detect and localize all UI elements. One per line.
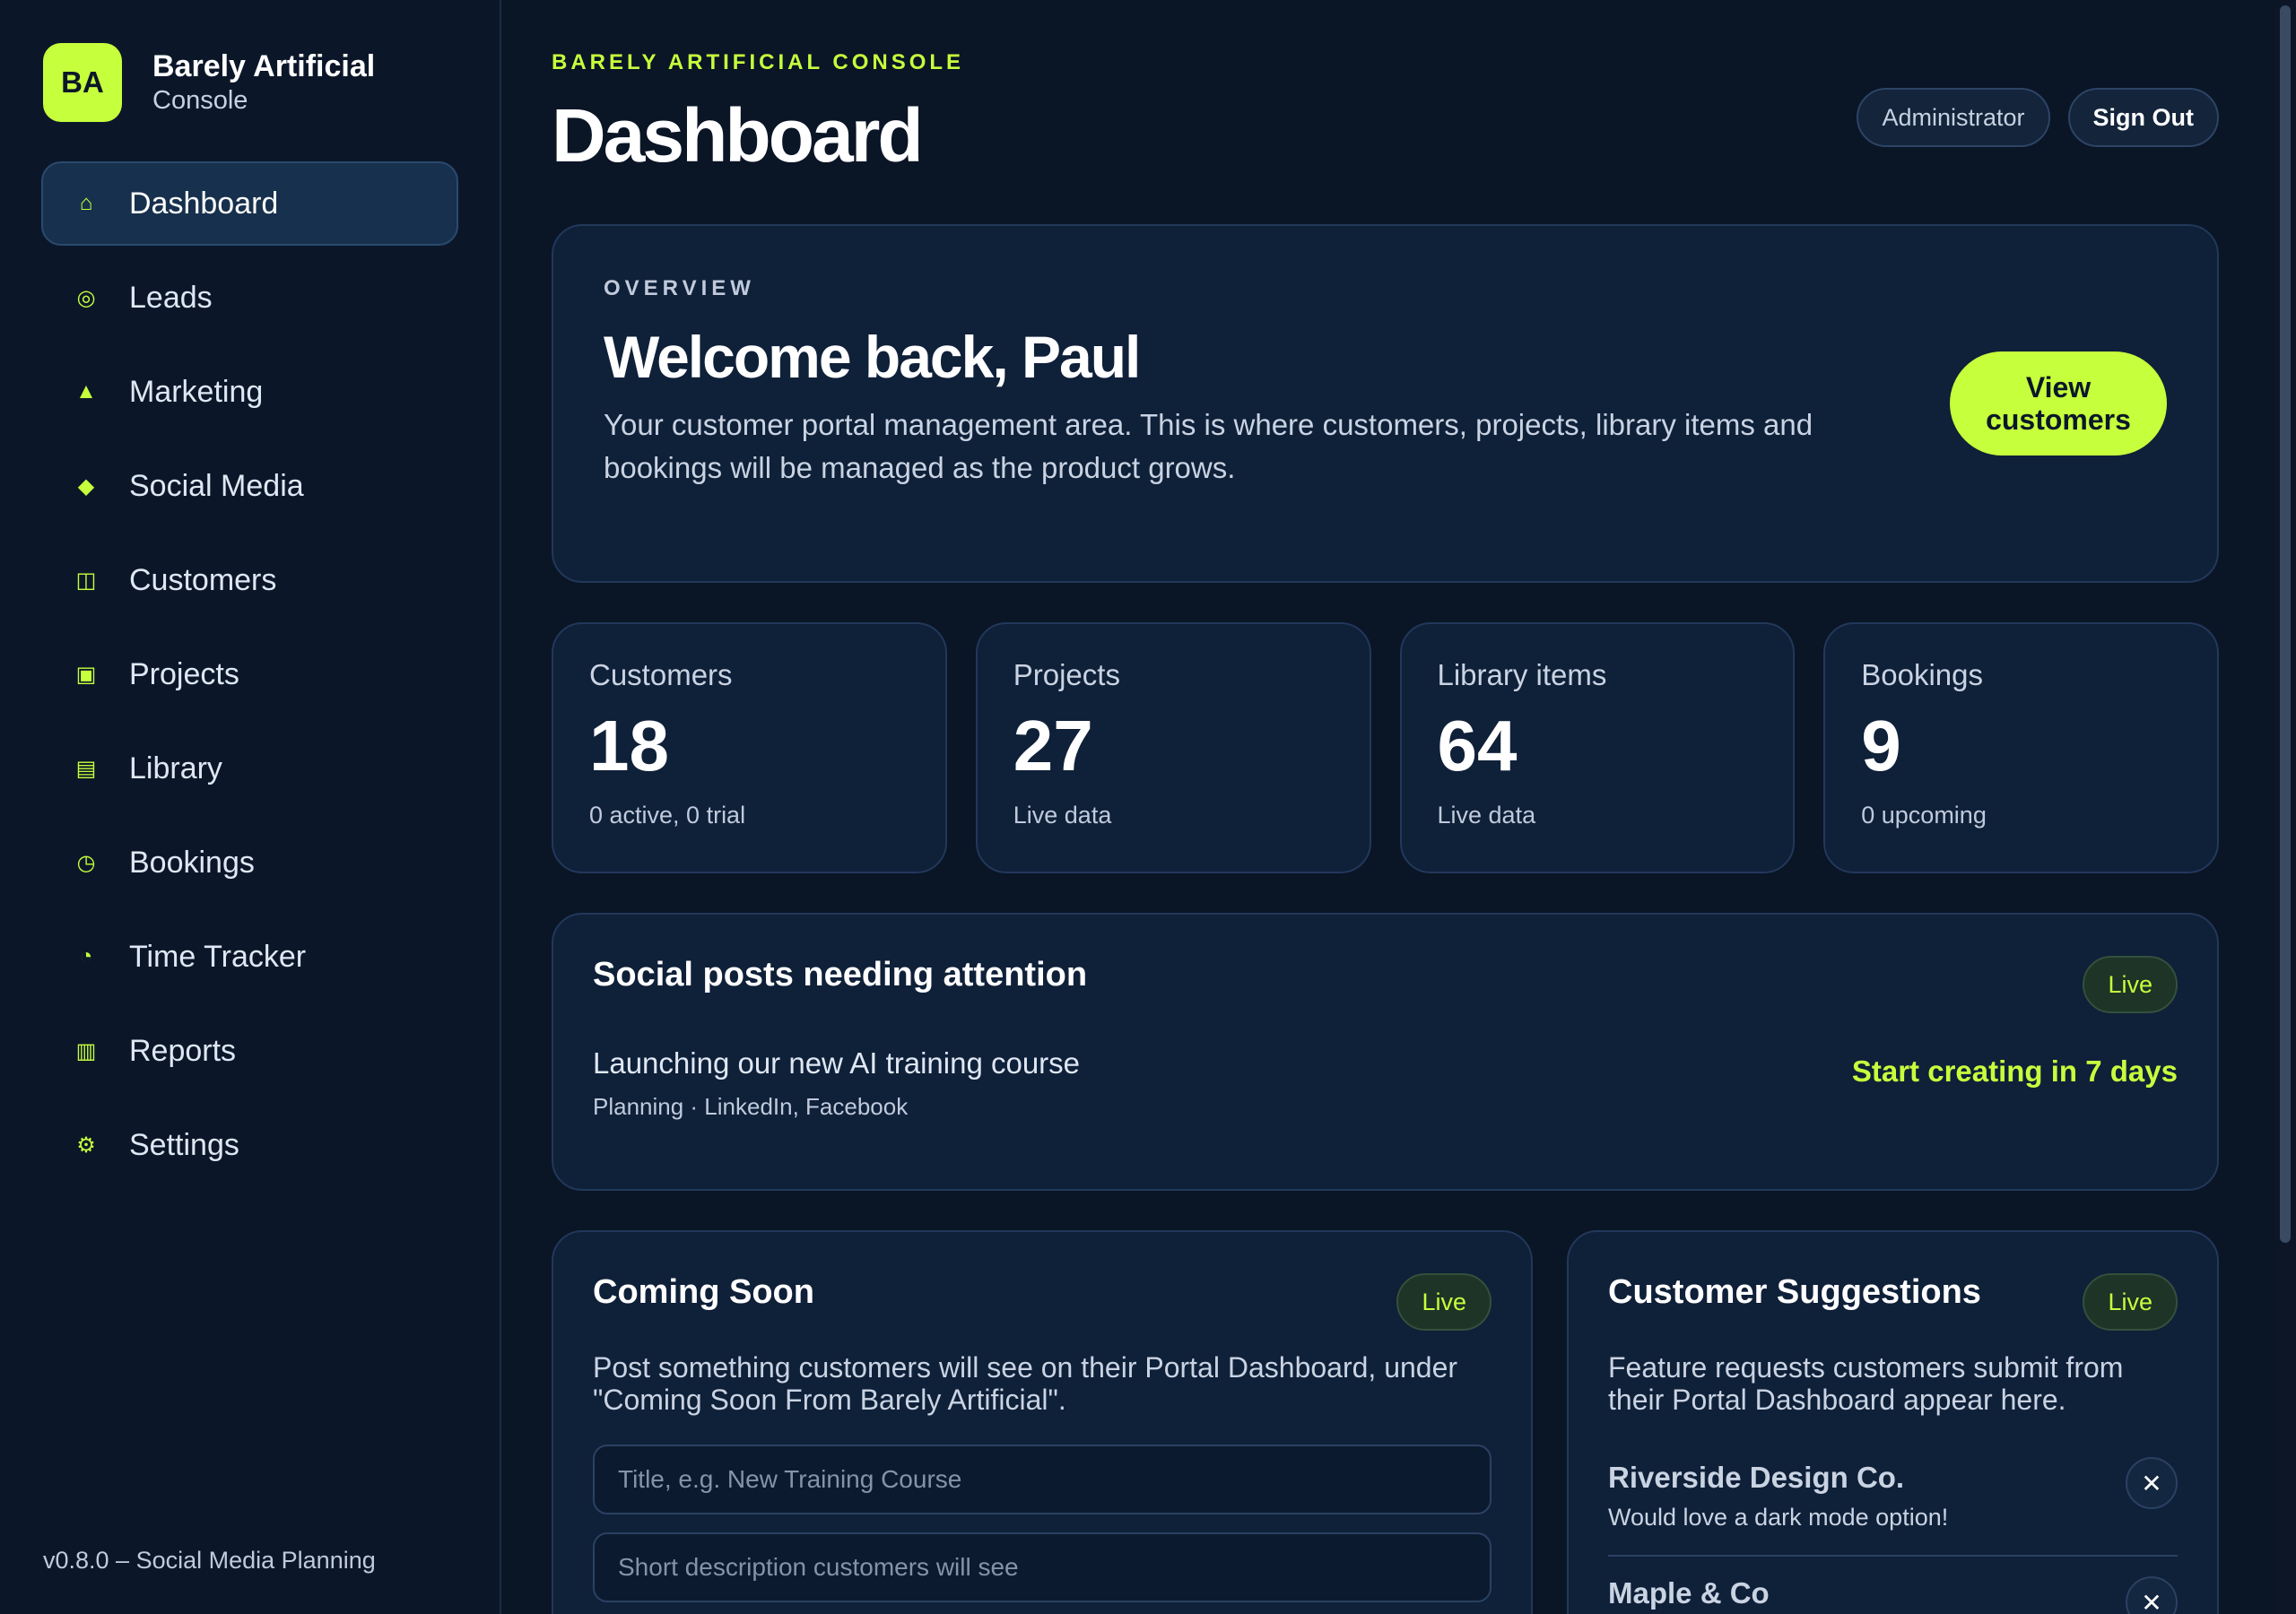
sidebar-item-customers[interactable]: ◫ Customers [41, 538, 458, 622]
suggestion-customer-name: Maple & Co [1608, 1576, 1770, 1610]
stat-subtext: Live data [1013, 802, 1112, 829]
stat-value: 64 [1437, 706, 1518, 785]
stats-row: Customers 18 0 active, 0 trial Projects … [552, 622, 2219, 873]
overview-description: Your customer portal management area. Th… [604, 408, 1813, 484]
brand[interactable]: BA Barely Artificial Console [43, 43, 458, 122]
brand-subtitle: Console [152, 86, 248, 115]
close-icon: ✕ [2141, 1469, 2162, 1497]
sidebar-item-label: Library [129, 751, 222, 785]
coming-soon-description-input[interactable] [593, 1532, 1492, 1602]
customer-suggestions-card: Customer Suggestions Live Feature reques… [1567, 1230, 2219, 1614]
coming-soon-title: Coming Soon [593, 1273, 814, 1311]
page-title: Dashboard [552, 93, 924, 178]
stat-label: Customers [589, 658, 733, 691]
overview-eyebrow: OVERVIEW [604, 276, 755, 300]
sidebar-nav: ⌂ Dashboard ◎ Leads ▲ Marketing ◆ Social… [41, 161, 458, 1187]
brand-name: Barely Artificial [152, 49, 376, 83]
sidebar-item-label: Bookings [129, 845, 255, 880]
timer-icon: ◔ [79, 944, 93, 968]
sidebar-item-label: Marketing [129, 374, 264, 409]
main-content: BARELY ARTIFICIAL CONSOLE Dashboard Admi… [501, 0, 2296, 1614]
customers-icon: ◫ [75, 568, 97, 593]
stat-card-library-items: Library items 64 Live data [1399, 622, 1796, 873]
target-icon: ◎ [76, 285, 96, 310]
app: BA Barely Artificial Console ⌂ Dashboard… [0, 0, 2296, 1614]
stat-card-bookings: Bookings 9 0 upcoming [1823, 622, 2219, 873]
coming-soon-card: Coming Soon Live Post something customer… [552, 1230, 1533, 1614]
sidebar-item-label: Settings [129, 1127, 239, 1162]
sidebar-item-projects[interactable]: ▣ Projects [41, 632, 458, 716]
sidebar-item-label: Dashboard [129, 186, 279, 221]
coming-soon-title-input[interactable] [593, 1445, 1492, 1514]
stat-card-projects: Projects 27 Live data [975, 622, 1371, 873]
dismiss-suggestion-button[interactable]: ✕ [2126, 1457, 2178, 1509]
welcome-title: Welcome back, Paul [604, 324, 1141, 390]
sidebar-item-label: Social Media [129, 468, 304, 503]
stat-value: 27 [1013, 706, 1093, 785]
gear-icon: ⚙ [76, 1132, 96, 1158]
sidebar-item-leads[interactable]: ◎ Leads [41, 256, 458, 340]
stat-subtext: Live data [1437, 802, 1536, 829]
sign-out-button[interactable]: Sign Out [2067, 88, 2219, 147]
start-creating-link[interactable]: Start creating in 7 days [1852, 1054, 2178, 1089]
stat-card-customers: Customers 18 0 active, 0 trial [552, 622, 947, 873]
sidebar: BA Barely Artificial Console ⌂ Dashboard… [0, 0, 501, 1614]
scrollbar[interactable] [2274, 0, 2296, 1614]
sidebar-item-bookings[interactable]: ◷ Bookings [41, 820, 458, 905]
sidebar-item-label: Leads [129, 280, 213, 315]
reports-icon: ▥ [75, 1038, 97, 1063]
scrollbar-thumb[interactable] [2280, 5, 2291, 1243]
home-icon: ⌂ [79, 191, 93, 215]
header-actions: Administrator Sign Out [1857, 88, 2219, 147]
customer-suggestions-description: Feature requests customers submit from t… [1608, 1351, 2124, 1416]
overview-card: OVERVIEW Welcome back, Paul Your custome… [552, 224, 2219, 583]
post-meta: Planning · LinkedIn, Facebook [593, 1093, 909, 1120]
suggestion-item: Riverside Design Co. Would love a dark m… [1608, 1416, 2178, 1557]
suggestion-customer-name: Riverside Design Co. [1608, 1461, 1905, 1494]
view-customers-label-line1: View [2025, 371, 2092, 404]
live-badge: Live [2083, 1273, 2178, 1331]
sidebar-item-reports[interactable]: ▥ Reports [41, 1009, 458, 1093]
stat-value: 18 [589, 706, 669, 785]
view-customers-button[interactable]: View customers [1950, 351, 2167, 456]
stat-value: 9 [1861, 706, 1901, 785]
bottom-row: Coming Soon Live Post something customer… [552, 1230, 2219, 1614]
sidebar-item-label: Reports [129, 1033, 237, 1068]
header: BARELY ARTIFICIAL CONSOLE Dashboard Admi… [552, 50, 2219, 176]
sidebar-item-label: Projects [129, 656, 239, 691]
view-customers-label-line2: customers [1986, 404, 2131, 436]
library-icon: ▤ [75, 756, 97, 781]
suggestion-text: Would love a dark mode option! [1608, 1504, 1949, 1531]
stat-label: Library items [1437, 658, 1607, 691]
stat-label: Projects [1013, 658, 1120, 691]
sidebar-item-library[interactable]: ▤ Library [41, 726, 458, 811]
version-label: v0.8.0 – Social Media Planning [43, 1547, 376, 1574]
sidebar-item-marketing[interactable]: ▲ Marketing [41, 350, 458, 434]
coming-soon-description: Post something customers will see on the… [593, 1351, 1458, 1416]
projects-icon: ▣ [75, 662, 97, 687]
header-eyebrow: BARELY ARTIFICIAL CONSOLE [552, 50, 965, 74]
social-posts-card: Social posts needing attention Live Laun… [552, 913, 2219, 1191]
stat-subtext: 0 active, 0 trial [589, 802, 746, 829]
clock-icon: ◷ [76, 850, 96, 875]
sidebar-item-label: Customers [129, 562, 277, 597]
sidebar-item-label: Time Tracker [129, 939, 307, 974]
stat-subtext: 0 upcoming [1861, 802, 1987, 829]
close-icon: ✕ [2141, 1588, 2162, 1614]
triangle-icon: ▲ [75, 379, 97, 404]
sidebar-item-time-tracker[interactable]: ◔ Time Tracker [41, 915, 458, 999]
sidebar-item-settings[interactable]: ⚙ Settings [41, 1103, 458, 1187]
brand-logo: BA [43, 43, 122, 122]
stat-label: Bookings [1861, 658, 1984, 691]
social-posts-title: Social posts needing attention [593, 956, 1088, 994]
role-badge: Administrator [1857, 88, 2050, 147]
sidebar-item-social-media[interactable]: ◆ Social Media [41, 444, 458, 528]
sidebar-item-dashboard[interactable]: ⌂ Dashboard [41, 161, 458, 246]
live-badge: Live [1396, 1273, 1492, 1331]
suggestion-item: Maple & Co ✕ [1608, 1557, 2178, 1614]
view-customers-label: View customers [1986, 371, 2131, 436]
diamond-icon: ◆ [77, 473, 95, 499]
live-badge: Live [2083, 956, 2178, 1013]
